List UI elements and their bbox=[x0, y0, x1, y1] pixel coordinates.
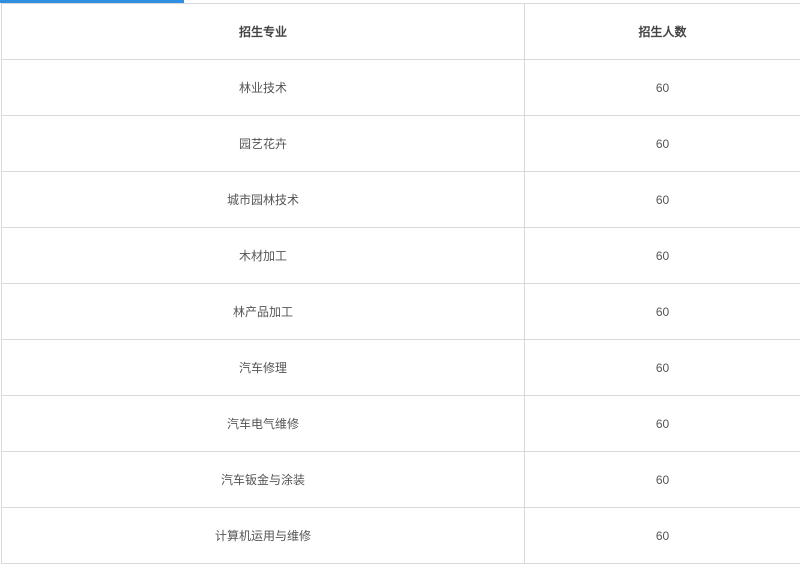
cell-major: 林业技术 bbox=[1, 59, 525, 116]
cell-count: 60 bbox=[524, 171, 800, 228]
table-row: 木材加工 60 bbox=[1, 227, 800, 284]
enrollment-table-container: 招生专业 招生人数 林业技术 60 园艺花卉 60 城市园林技术 60 木材加工… bbox=[1, 3, 800, 564]
table-row: 林业技术 60 bbox=[1, 59, 800, 116]
cell-count: 60 bbox=[524, 339, 800, 396]
cell-major: 计算机运用与维修 bbox=[1, 507, 525, 564]
table-row: 城市园林技术 60 bbox=[1, 171, 800, 228]
table-row: 林产品加工 60 bbox=[1, 283, 800, 340]
cell-count: 60 bbox=[524, 227, 800, 284]
table-row: 汽车钣金与涂装 60 bbox=[1, 451, 800, 508]
cell-major: 汽车钣金与涂装 bbox=[1, 451, 525, 508]
header-major: 招生专业 bbox=[1, 3, 525, 60]
cell-major: 汽车修理 bbox=[1, 339, 525, 396]
cell-count: 60 bbox=[524, 115, 800, 172]
cell-count: 60 bbox=[524, 283, 800, 340]
cell-major: 汽车电气维修 bbox=[1, 395, 525, 452]
cell-count: 60 bbox=[524, 59, 800, 116]
cell-major: 林产品加工 bbox=[1, 283, 525, 340]
cell-count: 60 bbox=[524, 395, 800, 452]
cell-major: 木材加工 bbox=[1, 227, 525, 284]
table-row: 汽车电气维修 60 bbox=[1, 395, 800, 452]
table-row: 汽车修理 60 bbox=[1, 339, 800, 396]
cell-major: 园艺花卉 bbox=[1, 115, 525, 172]
cell-major: 城市园林技术 bbox=[1, 171, 525, 228]
table-row: 计算机运用与维修 60 bbox=[1, 507, 800, 564]
header-count: 招生人数 bbox=[524, 3, 800, 60]
enrollment-table: 招生专业 招生人数 林业技术 60 园艺花卉 60 城市园林技术 60 木材加工… bbox=[1, 3, 800, 564]
table-row: 园艺花卉 60 bbox=[1, 115, 800, 172]
table-header-row: 招生专业 招生人数 bbox=[1, 3, 800, 60]
cell-count: 60 bbox=[524, 451, 800, 508]
cell-count: 60 bbox=[524, 507, 800, 564]
